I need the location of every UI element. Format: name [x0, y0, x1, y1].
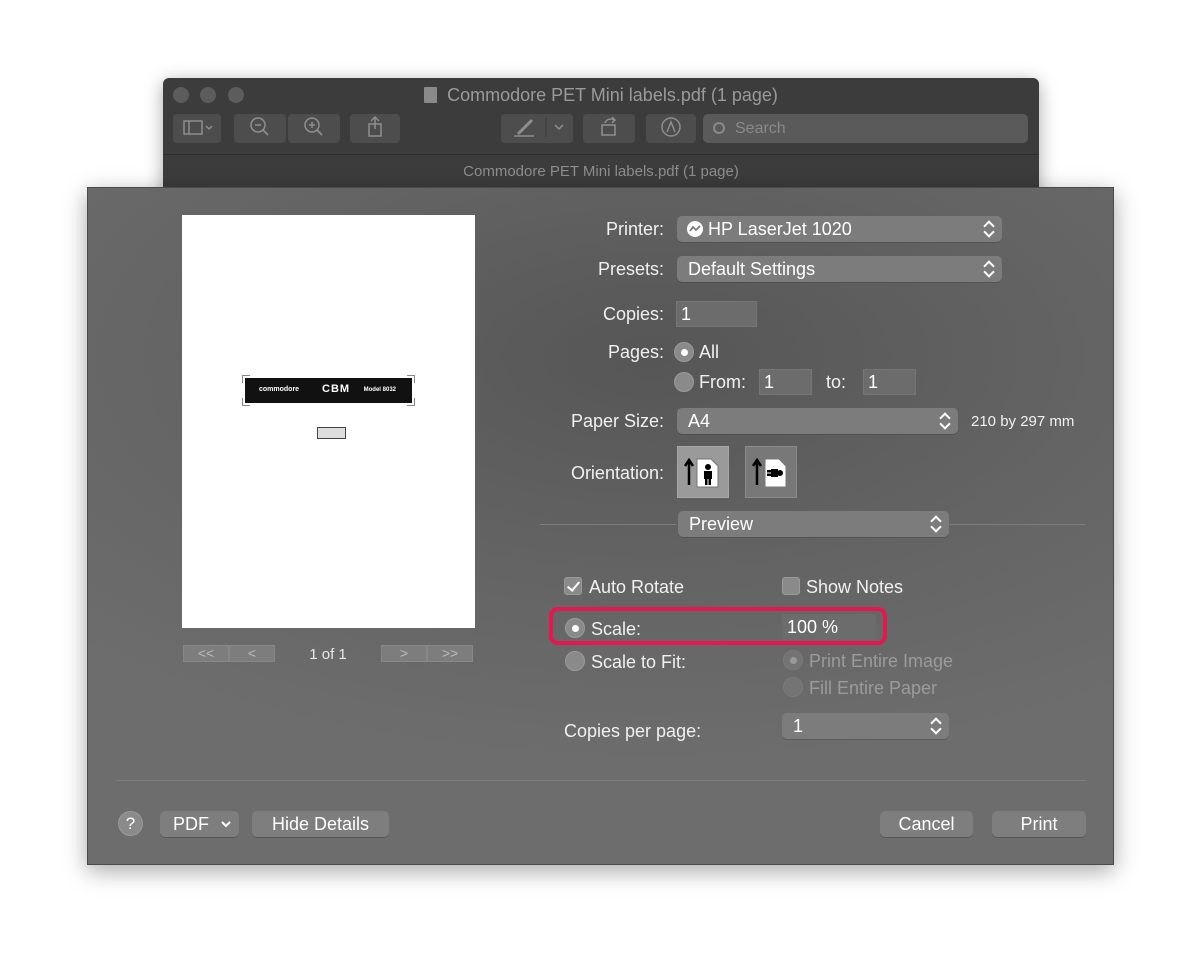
sidebar-toggle-button[interactable]: [173, 114, 221, 143]
page-indicator: 1 of 1: [309, 646, 347, 663]
printer-label: Printer:: [605, 219, 664, 239]
print-button[interactable]: Print: [992, 811, 1086, 837]
pages-label: Pages:: [607, 342, 664, 362]
presets-label: Presets:: [597, 259, 664, 279]
section-value: Preview: [689, 514, 754, 534]
pdf-label: PDF: [173, 814, 209, 834]
signature-icon: [661, 117, 681, 137]
presets-value: Default Settings: [688, 259, 816, 279]
window-title-text: Commodore PET Mini labels.pdf (1 page): [447, 85, 778, 105]
annotate-button[interactable]: [646, 114, 696, 143]
zoom-in-button[interactable]: [288, 114, 340, 143]
last-page-button[interactable]: >>: [427, 645, 473, 662]
pages-from-label: From:: [699, 372, 746, 392]
sidebar-icon: [183, 120, 213, 135]
portrait-orientation-button[interactable]: [677, 446, 729, 498]
mini-label-preview: [317, 427, 346, 439]
crop-mark: [407, 375, 415, 383]
copies-field[interactable]: 1: [676, 301, 757, 327]
zoom-out-icon: [250, 117, 269, 136]
section-divider: [540, 524, 676, 525]
printer-select[interactable]: HP LaserJet 1020: [677, 216, 1002, 242]
copies-per-page-select[interactable]: 1: [782, 713, 949, 739]
search-icon: [713, 122, 725, 134]
crop-mark: [242, 375, 250, 383]
scale-to-fit-radio[interactable]: [565, 651, 585, 671]
landscape-icon: [751, 457, 787, 488]
zoom-out-button[interactable]: [234, 114, 286, 143]
help-button[interactable]: ?: [118, 811, 143, 836]
rotate-button[interactable]: [583, 114, 635, 143]
search-placeholder: Search: [735, 120, 786, 137]
window-title: Commodore PET Mini labels.pdf (1 page): [163, 85, 1039, 106]
pages-to-field[interactable]: 1: [863, 369, 916, 395]
print-sheet: commodore CBM Model 8032 << < 1 of 1 > >…: [87, 187, 1114, 865]
first-page-button[interactable]: <<: [183, 645, 229, 662]
copies-label: Copies:: [602, 304, 664, 324]
pages-all-label: All: [699, 342, 720, 362]
page-preview: commodore CBM Model 8032: [182, 215, 475, 628]
scale-highlight-annotation: [549, 607, 887, 645]
copies-per-page-label: Copies per page:: [564, 721, 702, 741]
fill-entire-paper-label: Fill Entire Paper: [809, 678, 938, 698]
portrait-icon: [683, 457, 719, 488]
pdf-menu-button[interactable]: PDF: [160, 811, 239, 837]
next-page-button[interactable]: >: [381, 645, 427, 662]
cancel-button[interactable]: Cancel: [880, 811, 973, 837]
zoom-in-icon: [304, 117, 323, 136]
label-model: Model 8032: [363, 387, 396, 393]
print-entire-image-label: Print Entire Image: [809, 651, 954, 671]
show-notes-checkbox[interactable]: [782, 577, 800, 595]
document-window: Commodore PET Mini labels.pdf (1 page) S…: [163, 78, 1039, 198]
paper-size-value: A4: [688, 411, 711, 431]
paper-size-select[interactable]: A4: [677, 408, 958, 434]
auto-rotate-label: Auto Rotate: [589, 577, 685, 597]
presets-select[interactable]: Default Settings: [677, 256, 1002, 282]
pdf-document-icon: [424, 87, 438, 103]
printer-value: HP LaserJet 1020: [708, 219, 852, 239]
updown-chevron-icon: [983, 219, 995, 239]
fill-entire-paper-radio[interactable]: [783, 677, 803, 697]
section-divider: [950, 524, 1086, 525]
hide-details-button[interactable]: Hide Details: [252, 811, 389, 837]
pages-to-label: to:: [826, 372, 847, 392]
pages-range-radio[interactable]: [674, 372, 694, 392]
chevron-down-icon: [221, 821, 231, 828]
updown-chevron-icon: [983, 259, 995, 279]
commodore-label-preview: commodore CBM Model 8032: [242, 375, 415, 406]
share-button[interactable]: [350, 114, 400, 143]
paper-size-dimensions: 210 by 297 mm: [971, 413, 1075, 430]
auto-rotate-checkbox[interactable]: [564, 577, 582, 595]
orientation-label: Orientation:: [570, 463, 664, 483]
markup-button[interactable]: [501, 114, 573, 143]
print-entire-image-radio[interactable]: [783, 650, 803, 670]
pen-icon: [514, 117, 564, 137]
paper-size-label: Paper Size:: [570, 411, 664, 431]
printer-status-icon: [687, 221, 703, 237]
rotate-icon: [601, 116, 617, 136]
scale-to-fit-label: Scale to Fit:: [591, 652, 687, 672]
pages-from-field[interactable]: 1: [759, 369, 812, 395]
section-select[interactable]: Preview: [678, 511, 949, 537]
crop-mark: [407, 398, 415, 406]
updown-chevron-icon: [930, 514, 942, 534]
updown-chevron-icon: [930, 716, 942, 736]
label-brand: commodore: [259, 386, 300, 393]
share-icon: [368, 115, 382, 137]
document-subtitle: Commodore PET Mini labels.pdf (1 page): [163, 154, 1039, 184]
crop-mark: [242, 398, 250, 406]
pages-all-radio[interactable]: [674, 342, 694, 362]
copies-per-page-value: 1: [793, 716, 804, 736]
landscape-orientation-button[interactable]: [745, 446, 797, 498]
search-input[interactable]: Search: [703, 114, 1028, 143]
label-center: CBM: [322, 383, 351, 395]
updown-chevron-icon: [939, 411, 951, 431]
footer-divider: [116, 780, 1086, 781]
show-notes-label: Show Notes: [806, 577, 904, 597]
